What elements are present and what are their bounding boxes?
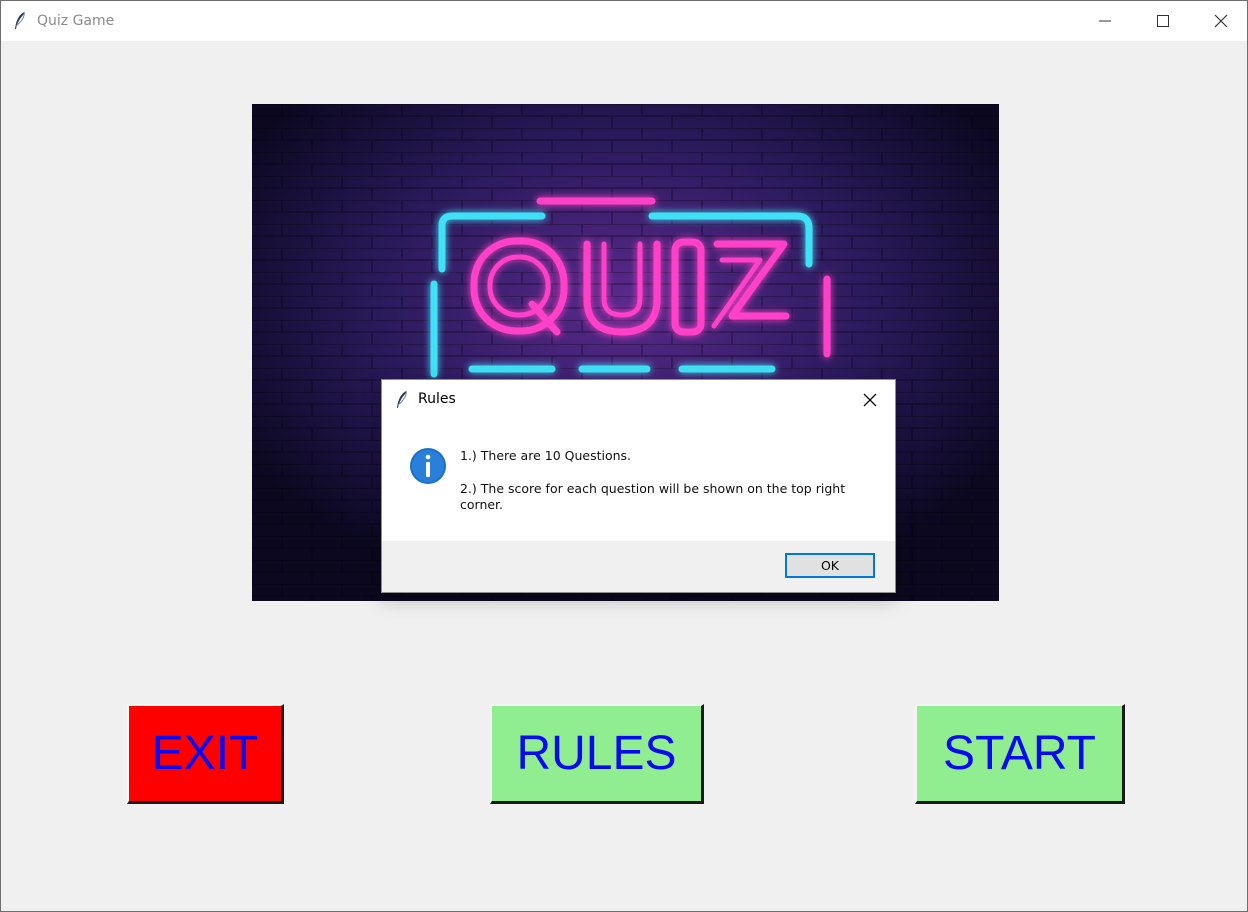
- dialog-close-button[interactable]: [858, 388, 882, 412]
- info-icon: [410, 448, 446, 484]
- feather-icon: [15, 11, 25, 29]
- rules-line-2: 2.) The score for each question will be …: [460, 481, 846, 512]
- rules-button-label: RULES: [516, 727, 677, 780]
- rules-dialog: Rules 1.) There are 10 Questions. 2.) Th…: [381, 379, 896, 593]
- rules-button[interactable]: RULES: [490, 704, 704, 804]
- window-title: Quiz Game: [37, 13, 115, 29]
- title-bar[interactable]: Quiz Game: [1, 1, 1247, 41]
- maximize-button[interactable]: [1134, 1, 1192, 41]
- maximize-icon: [1157, 15, 1169, 27]
- minimize-button[interactable]: [1076, 1, 1134, 41]
- minimize-icon: [1099, 20, 1111, 22]
- dialog-title: Rules: [418, 391, 456, 407]
- ok-button[interactable]: OK: [785, 553, 875, 578]
- close-button[interactable]: [1192, 1, 1248, 41]
- start-button-label: START: [943, 727, 1096, 780]
- rules-line-1: 1.) There are 10 Questions.: [460, 448, 632, 463]
- close-icon: [1214, 14, 1228, 28]
- start-button[interactable]: START: [915, 704, 1125, 804]
- exit-button[interactable]: EXIT: [127, 704, 284, 804]
- dialog-footer: OK: [382, 541, 895, 592]
- feather-icon: [397, 390, 407, 408]
- close-icon: [863, 393, 877, 407]
- exit-button-label: EXIT: [151, 727, 259, 780]
